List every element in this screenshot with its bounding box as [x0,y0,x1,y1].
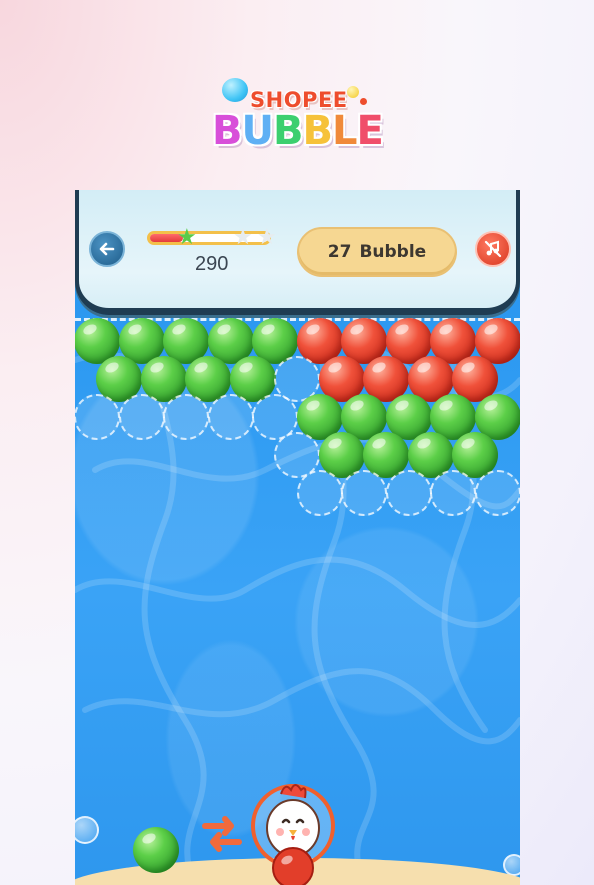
star-earned-icon: ★ [177,225,197,250]
bubbles-remaining-count: 27 [327,242,352,262]
game-board[interactable]: ★ ★ ★ 290 27 Bubble [75,190,520,885]
empty-slot [385,470,432,516]
back-button[interactable] [89,231,125,267]
bubbles-remaining-badge: 27 Bubble [297,227,457,277]
logo-blob-icon [222,78,248,102]
chicken-shooter[interactable] [251,776,335,885]
logo-dot-icon [360,98,367,105]
logo-dot-icon [347,86,359,98]
shopee-bubble-logo: SHOPEE BUBBLE [210,78,385,160]
music-off-icon [484,240,502,258]
empty-slot [430,470,476,516]
star-empty-icon: ★ [233,225,253,250]
empty-slot [474,470,520,516]
swap-bubble-button[interactable] [199,810,245,856]
swap-arrows-icon [202,816,242,852]
arrow-left-icon [99,242,115,256]
empty-slot [163,394,209,440]
logo-title-text: BUBBLE [212,108,384,154]
score-progress-bar: ★ ★ ★ [147,225,285,250]
music-toggle-button[interactable] [475,231,511,267]
empty-slot [341,470,387,516]
empty-slot [207,394,254,440]
empty-slot [118,394,165,440]
score-value: 290 [195,253,229,275]
empty-slot [75,394,120,440]
game-header: ★ ★ ★ 290 27 Bubble [75,190,520,315]
bubbles-remaining-label: Bubble [359,242,427,262]
chicken-mascot-icon [251,784,335,885]
next-bubble [133,827,179,873]
empty-slot [296,470,343,516]
star-empty-icon: ★ [257,225,277,250]
